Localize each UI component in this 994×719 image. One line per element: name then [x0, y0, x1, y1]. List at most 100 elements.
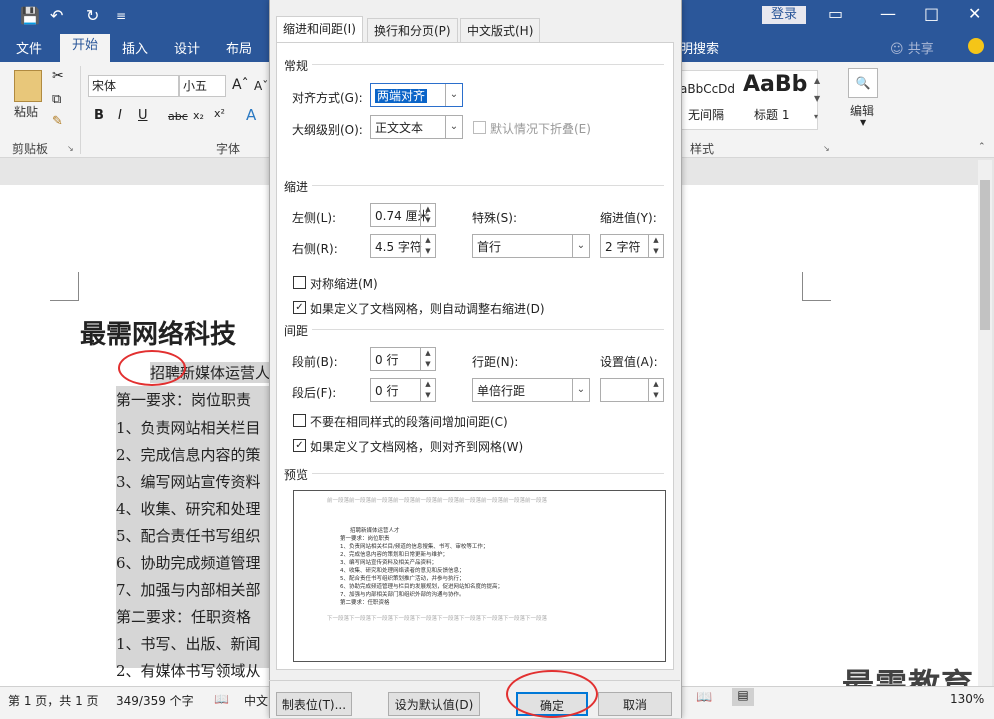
tab-file[interactable]: 文件 [16, 38, 42, 57]
find-icon[interactable]: 🔍 [848, 68, 878, 98]
maximize-icon[interactable]: □ [924, 4, 939, 23]
indent-left-label: 左侧(L): [292, 211, 337, 225]
strikethrough-icon[interactable]: abc [168, 110, 188, 123]
tab-layout[interactable]: 布局 [226, 38, 252, 57]
indent-right-spinner[interactable]: 4.5 字符 ▲ ▼ [370, 234, 436, 258]
clipboard-launcher-icon[interactable]: ↘ [67, 144, 74, 153]
space-after-spinner[interactable]: 0 行 ▲ ▼ [370, 378, 436, 402]
special-indent-dropdown[interactable]: 首行 ⌄ [472, 234, 590, 258]
zoom-level[interactable]: 130% [950, 692, 984, 706]
font-size-combo[interactable]: 小五 [179, 75, 226, 97]
no-space-same-style-checkbox[interactable] [293, 414, 306, 427]
styles-launcher-icon[interactable]: ↘ [823, 144, 830, 153]
italic-icon[interactable]: I [118, 108, 122, 123]
status-word-count[interactable]: 349/359 个字 [116, 692, 194, 709]
section-divider [312, 473, 664, 474]
copy-icon[interactable]: ⧉ [52, 92, 61, 107]
tab-design[interactable]: 设计 [174, 38, 200, 57]
superscript-icon[interactable]: x² [214, 107, 225, 120]
tabs-button[interactable]: 制表位(T)... [276, 692, 352, 716]
close-icon[interactable]: ✕ [968, 4, 981, 23]
font-group-label: 字体 [216, 142, 241, 156]
doc-line[interactable]: 第二要求：任职资格 [116, 606, 251, 627]
group-divider [80, 66, 81, 154]
redo-icon[interactable]: ↻ [86, 6, 99, 25]
styles-scroll-icon[interactable]: ▲ ▼ ▾ [814, 72, 820, 126]
doc-line[interactable]: 第一要求：岗位职责 [116, 389, 251, 410]
indent-by-value: 2 字符 [605, 240, 641, 254]
spin-arrows-icon[interactable]: ▲ ▼ [420, 204, 435, 226]
bold-icon[interactable]: B [94, 108, 104, 123]
print-layout-icon[interactable]: ▤ [732, 688, 754, 706]
doc-line[interactable]: 1、负责网站相关栏目 [116, 417, 261, 438]
snap-to-grid-checkbox[interactable]: ✓ [293, 439, 306, 452]
tab-indents-spacing[interactable]: 缩进和间距(I) [276, 16, 363, 44]
proofing-icon[interactable]: 📖 [214, 692, 229, 706]
tab-asian-typography[interactable]: 中文版式(H) [460, 18, 541, 43]
auto-adjust-checkbox[interactable]: ✓ [293, 301, 306, 314]
spin-arrows-icon[interactable]: ▲ ▼ [420, 379, 435, 401]
read-mode-icon[interactable]: 📖 [696, 690, 712, 705]
ribbon-display-icon[interactable]: ▭ [828, 4, 843, 23]
alignment-dropdown[interactable]: 两端对齐 ⌄ [370, 83, 463, 107]
save-icon[interactable]: 💾 [20, 6, 40, 25]
underline-icon[interactable]: U [138, 108, 148, 123]
doc-line[interactable]: 1、书写、出版、新闻 [116, 633, 261, 654]
spin-arrows-icon[interactable]: ▲ ▼ [420, 348, 435, 370]
outline-level-dropdown[interactable]: 正文文本 ⌄ [370, 115, 463, 139]
font-name-combo[interactable]: 宋体 [88, 75, 179, 97]
scrollbar-thumb[interactable] [980, 180, 990, 330]
at-spinner[interactable]: ▲ ▼ [600, 378, 664, 402]
doc-line[interactable]: 4、收集、研究和处理 [116, 498, 261, 519]
space-before-spinner[interactable]: 0 行 ▲ ▼ [370, 347, 436, 371]
undo-icon[interactable]: ↶ [50, 6, 63, 25]
doc-line[interactable]: 6、协助完成频道管理 [116, 552, 261, 573]
tab-home[interactable]: 开始 [60, 34, 111, 62]
document-title[interactable]: 最需网络科技 [80, 314, 236, 351]
indent-by-spinner[interactable]: 2 字符 ▲ ▼ [600, 234, 664, 258]
text-effects-icon[interactable]: A [246, 106, 256, 124]
space-after-value: 0 行 [375, 384, 399, 398]
format-painter-icon[interactable]: ✎ [52, 114, 63, 129]
edit-dropdown-icon[interactable]: ▼ [860, 118, 866, 127]
style-heading1-preview[interactable]: AaBb [743, 72, 807, 97]
spin-arrows-icon[interactable]: ▲ ▼ [420, 235, 435, 257]
edit-label[interactable]: 编辑 [850, 102, 874, 119]
section-divider [312, 185, 664, 186]
doc-line[interactable]: 3、编写网站宣传资料 [116, 471, 261, 492]
grow-font-icon[interactable]: Aˆ [232, 77, 249, 93]
special-indent-value: 首行 [477, 240, 502, 254]
auto-adjust-label: 如果定义了文档网格，则自动调整右缩进(D) [310, 302, 545, 316]
doc-line[interactable]: 2、完成信息内容的策 [116, 444, 261, 465]
feedback-smiley-icon[interactable] [968, 38, 984, 54]
spin-arrows-icon[interactable]: ▲ ▼ [648, 235, 663, 257]
cut-icon[interactable]: ✂ [52, 68, 64, 84]
tell-me-search[interactable]: 明搜索 [680, 38, 719, 57]
doc-line[interactable]: 5、配合责任书写组织 [116, 525, 261, 546]
shrink-font-icon[interactable]: Aˇ [254, 79, 268, 93]
paste-label[interactable]: 粘贴 [14, 103, 38, 120]
set-default-button[interactable]: 设为默认值(D) [388, 692, 480, 716]
indent-left-spinner[interactable]: 0.74 厘米 ▲ ▼ [370, 203, 436, 227]
style-no-spacing-preview[interactable]: aBbCcDd [680, 82, 735, 96]
line-spacing-dropdown[interactable]: 单倍行距 ⌄ [472, 378, 590, 402]
margin-mark-left [50, 272, 79, 301]
minimize-icon[interactable]: — [880, 4, 896, 23]
customize-icon[interactable]: ≡ [116, 9, 126, 23]
indent-by-label: 缩进值(Y): [600, 211, 657, 225]
share-button[interactable]: ☺ 共享 [890, 38, 934, 57]
tab-line-page-breaks[interactable]: 换行和分页(P) [367, 18, 458, 43]
collapse-ribbon-icon[interactable]: ⌃ [978, 142, 986, 152]
doc-line[interactable]: 2、有媒体书写领域从 [116, 660, 261, 684]
spin-arrows-icon[interactable]: ▲ ▼ [648, 379, 663, 401]
collapse-default-checkbox[interactable] [473, 121, 486, 134]
subscript-icon[interactable]: x₂ [193, 109, 204, 122]
login-button[interactable]: 登录 [762, 6, 806, 24]
tab-insert[interactable]: 插入 [122, 38, 148, 57]
status-language[interactable]: 中文 [244, 692, 268, 709]
paste-icon[interactable] [14, 70, 42, 102]
status-page[interactable]: 第 1 页，共 1 页 [8, 692, 99, 709]
cancel-button[interactable]: 取消 [598, 692, 672, 716]
mirror-indents-checkbox[interactable] [293, 276, 306, 289]
doc-line[interactable]: 7、加强与内部相关部 [116, 579, 261, 600]
